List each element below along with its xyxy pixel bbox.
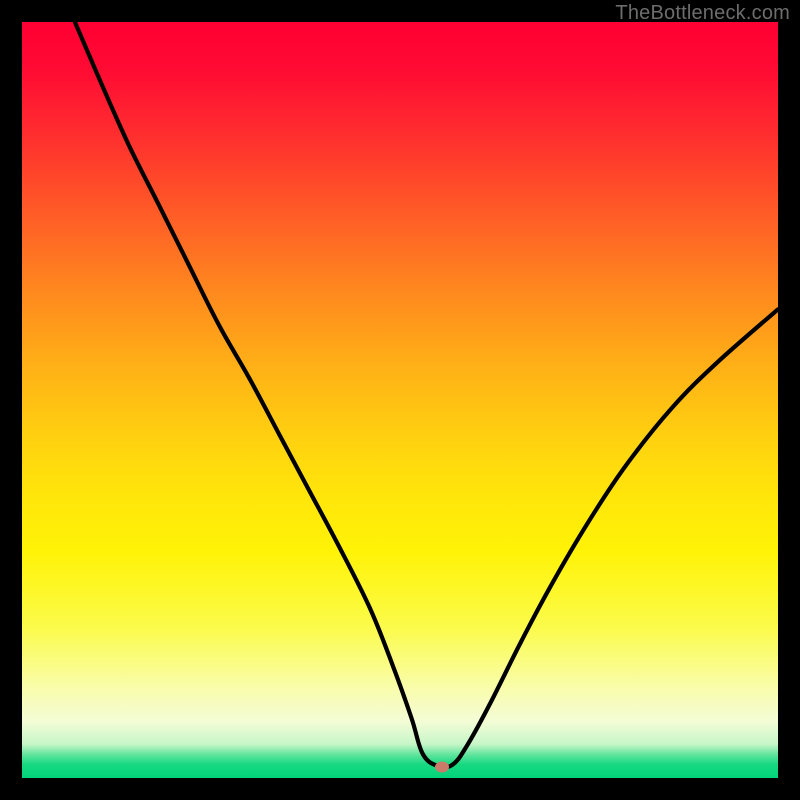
chart-frame: TheBottleneck.com	[0, 0, 800, 800]
plot-area	[22, 22, 778, 778]
bottleneck-curve	[22, 22, 778, 778]
optimum-marker	[435, 761, 449, 772]
